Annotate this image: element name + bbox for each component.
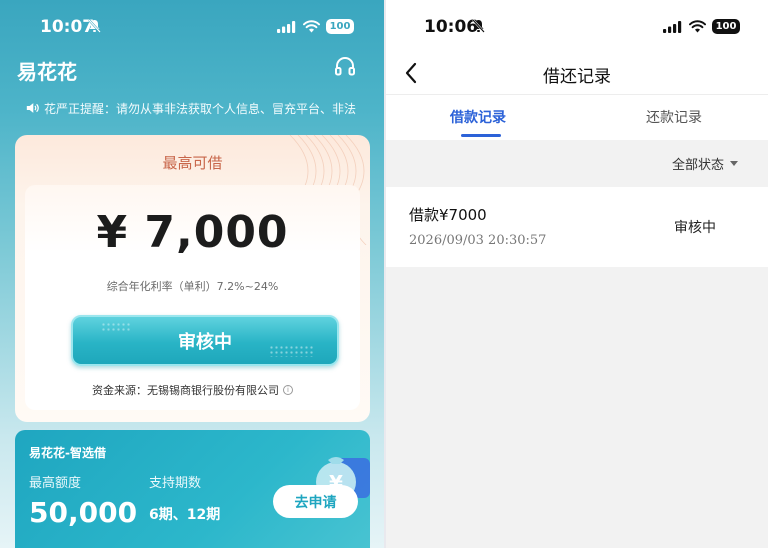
borrow-repay-records-screen: 10:06 100 借还记录 借款记录 还款记录 全部状态 借款¥7000 20… [386, 0, 768, 548]
battery-indicator: 100 [326, 19, 354, 34]
credit-amount: ¥ 7,000 [96, 207, 289, 258]
bell-muted-icon [472, 19, 485, 33]
apply-button[interactable]: 去申请 [273, 485, 358, 518]
notice-banner[interactable]: 花严正提醒：请勿从事非法获取个人信息、冒充平台、非法 [26, 99, 356, 117]
info-icon[interactable]: i [283, 385, 293, 395]
promo-title: 易花花-智选借 [29, 446, 106, 460]
notice-text: 花严正提醒：请勿从事非法获取个人信息、冒充平台、非法 [43, 101, 356, 116]
funding-source: 资金来源：无锡锡商银行股份有限公司 i [25, 382, 360, 398]
under-review-label: 审核中 [178, 331, 232, 353]
header-divider [386, 94, 768, 95]
bell-muted-icon [88, 19, 101, 33]
top-bar: 10:06 100 借还记录 借款记录 还款记录 [386, 0, 768, 140]
interest-rate-text: 综合年化利率（单利）7.2%~24% [106, 280, 279, 293]
smart-loan-promo-card[interactable]: 易花花-智选借 最高额度 50,000 支持期数 6期、12期 ¥ 去申请 [15, 430, 370, 548]
periods-label: 支持期数 [149, 476, 202, 491]
record-status: 审核中 [674, 220, 716, 236]
tab-repay-records[interactable]: 还款记录 [646, 107, 702, 127]
button-dot-pattern [101, 322, 131, 332]
status-bar: 10:07 100 [0, 0, 384, 52]
wifi-icon [689, 20, 706, 33]
system-icons: 100 [663, 19, 740, 34]
page-title: 借还记录 [543, 67, 611, 87]
button-dot-pattern [269, 345, 315, 357]
max-limit-value: 50,000 [29, 496, 138, 529]
tab-borrow-records[interactable]: 借款记录 [450, 107, 506, 127]
under-review-button[interactable]: 审核中 [71, 315, 339, 366]
customer-service-headset-icon[interactable] [334, 56, 356, 78]
status-time: 10:07 [40, 17, 95, 37]
record-time: 2026/09/03 20:30:57 [409, 233, 547, 248]
status-bar: 10:06 100 [386, 0, 768, 52]
speaker-icon [26, 103, 39, 113]
active-tab-indicator [461, 134, 501, 137]
system-icons: 100 [277, 19, 354, 34]
home-screen: 10:07 100 易花花 花严正提醒：请勿从事非法获取个人信息、冒充平台、非法… [0, 0, 384, 548]
periods-value: 6期、12期 [149, 507, 221, 523]
battery-indicator: 100 [712, 19, 740, 34]
wifi-icon [303, 20, 320, 33]
caret-down-icon [730, 161, 738, 166]
max-limit-label: 最高额度 [29, 476, 82, 491]
record-title: 借款¥7000 [409, 206, 487, 224]
funding-source-text: 资金来源：无锡锡商银行股份有限公司 [92, 384, 279, 397]
cellular-signal-icon [663, 20, 682, 33]
app-title: 易花花 [17, 60, 77, 84]
status-filter-dropdown[interactable]: 全部状态 [672, 154, 738, 173]
status-time: 10:06 [424, 17, 479, 37]
status-filter-label: 全部状态 [671, 158, 724, 173]
screenshot-stage: 10:07 100 易花花 花严正提醒：请勿从事非法获取个人信息、冒充平台、非法… [0, 0, 768, 548]
credit-limit-card: 最高可借 ¥ 7,000 综合年化利率（单利）7.2%~24% 审核中 资金来源… [15, 135, 370, 422]
cellular-signal-icon [277, 20, 296, 33]
credit-inner-panel: ¥ 7,000 综合年化利率（单利）7.2%~24% 审核中 资金来源：无锡锡商… [25, 185, 360, 410]
loan-record-item[interactable]: 借款¥7000 2026/09/03 20:30:57 审核中 [386, 187, 768, 267]
max-borrow-label: 最高可借 [162, 154, 223, 172]
